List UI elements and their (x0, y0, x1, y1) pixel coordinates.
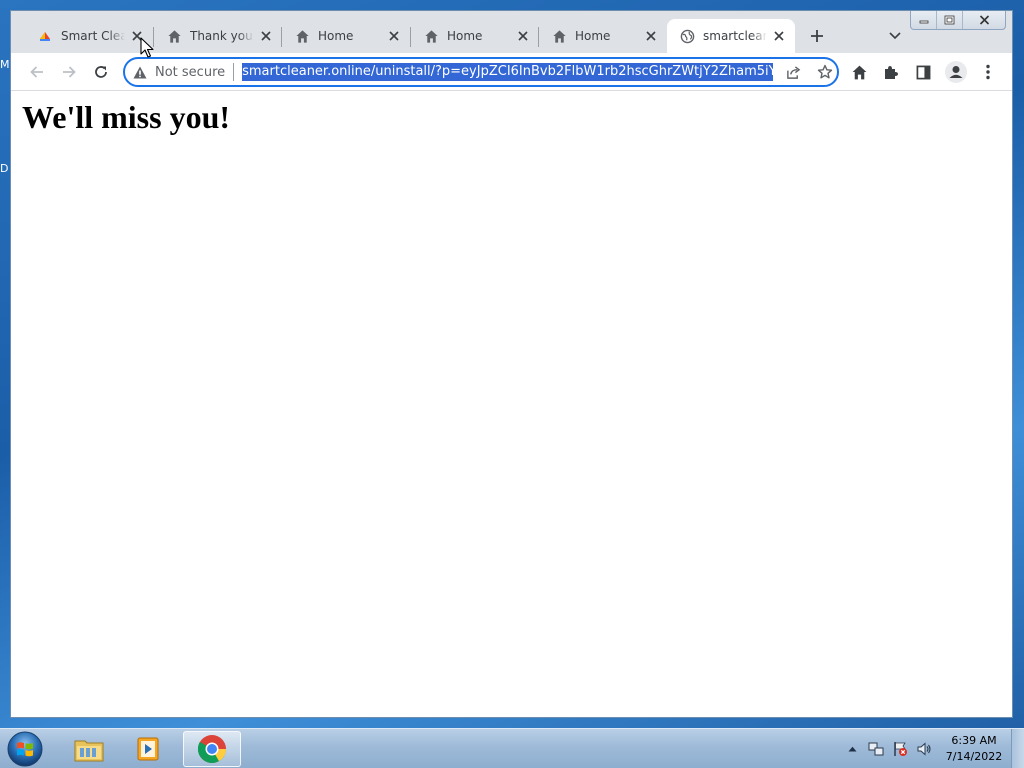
share-button[interactable] (781, 60, 805, 84)
menu-button[interactable] (974, 58, 1002, 86)
network-icon[interactable] (867, 740, 885, 758)
close-tab-icon[interactable] (386, 28, 402, 44)
warning-icon (133, 66, 147, 79)
globe-icon (679, 28, 695, 44)
tab-strip: Smart Clean Thank you f Home (11, 11, 1012, 53)
show-desktop-button[interactable] (1011, 729, 1024, 768)
reload-button[interactable] (87, 58, 115, 86)
taskbar-app-media-player[interactable] (120, 731, 178, 767)
taskbar-app-chrome[interactable] (183, 731, 241, 767)
tab-thank-you[interactable]: Thank you f (154, 19, 282, 53)
close-tab-icon[interactable] (643, 28, 659, 44)
tab-home[interactable]: Home (539, 19, 667, 53)
taskbar: 6:39 AM 7/14/2022 (0, 728, 1024, 768)
close-tab-icon[interactable] (771, 28, 787, 44)
tab-smart-cleaner[interactable]: Smart Clean (25, 19, 153, 53)
taskbar-app-explorer[interactable] (60, 731, 118, 767)
tab-title: Home (447, 29, 483, 43)
windows-start-icon (7, 731, 43, 767)
tab-title: Thank you f (190, 29, 254, 43)
profile-button[interactable] (942, 58, 970, 86)
minimize-icon (919, 20, 928, 24)
star-icon (817, 64, 833, 79)
back-button[interactable] (23, 58, 51, 86)
minimize-button[interactable] (911, 11, 936, 29)
tab-title: Home (318, 29, 354, 43)
arrow-right-icon (63, 66, 76, 78)
site-info-button[interactable]: Not secure (133, 63, 235, 81)
tab-title: smartcleane (703, 29, 767, 43)
forward-button[interactable] (55, 58, 83, 86)
desktop: { "desktop": { "edge_labels": ["M", "D"]… (0, 0, 1024, 768)
mouse-cursor-icon (140, 37, 154, 58)
home-icon (294, 28, 310, 44)
puzzle-icon (885, 66, 898, 79)
reload-icon (95, 66, 107, 78)
new-tab-button[interactable] (806, 25, 828, 47)
page-content: We'll miss you! (11, 91, 1012, 717)
url-text[interactable]: smartcleaner.online/uninstall/?p=eyJpZCI… (242, 63, 774, 81)
kebab-menu-icon (986, 64, 990, 80)
action-center-flag-icon[interactable] (891, 740, 909, 758)
chrome-icon (198, 735, 226, 763)
page-heading: We'll miss you! (22, 99, 231, 135)
tab-title: Home (575, 29, 611, 43)
tab-home[interactable]: Home (282, 19, 410, 53)
start-button[interactable] (6, 730, 44, 768)
browser-toolbar: Not secure smartcleaner.online/uninstall… (11, 53, 1012, 91)
arrow-left-icon (30, 66, 43, 78)
address-bar[interactable]: Not secure smartcleaner.online/uninstall… (123, 57, 839, 87)
close-icon (979, 15, 989, 25)
home-icon (166, 28, 182, 44)
system-tray: 6:39 AM 7/14/2022 (843, 729, 1024, 768)
chevron-down-icon (889, 32, 901, 40)
folder-icon (74, 740, 104, 762)
clock[interactable]: 6:39 AM 7/14/2022 (943, 733, 1005, 765)
show-hidden-icons-button[interactable] (843, 740, 861, 758)
desktop-icon-label[interactable]: D (0, 162, 8, 175)
restore-button[interactable] (936, 11, 962, 29)
home-button[interactable] (845, 58, 873, 86)
smartcleaner-favicon-icon (37, 28, 53, 44)
avatar-icon (945, 61, 967, 83)
tab-search-button[interactable] (884, 25, 906, 47)
side-panel-button[interactable] (909, 58, 937, 86)
plus-icon (811, 30, 823, 42)
home-icon (423, 28, 439, 44)
share-icon (786, 65, 800, 79)
bookmark-button[interactable] (813, 60, 837, 84)
tab-smartcleaner-active[interactable]: smartcleane (667, 19, 795, 53)
home-icon (852, 65, 866, 79)
home-icon (551, 28, 567, 44)
not-secure-label: Not secure (155, 64, 226, 80)
extensions-button[interactable] (877, 58, 905, 86)
restore-icon (944, 15, 955, 25)
window-controls (910, 11, 1006, 30)
desktop-icon-label[interactable]: M (0, 58, 10, 71)
browser-window: Smart Clean Thank you f Home (10, 10, 1013, 718)
close-tab-icon[interactable] (515, 28, 531, 44)
clock-date: 7/14/2022 (945, 750, 1003, 763)
close-tab-icon[interactable] (258, 28, 274, 44)
clock-time: 6:39 AM (951, 734, 997, 747)
tab-home[interactable]: Home (411, 19, 539, 53)
close-window-button[interactable] (962, 11, 1005, 29)
tab-title: Smart Clean (61, 29, 125, 43)
side-panel-icon (916, 65, 930, 79)
chevron-up-icon (848, 746, 856, 752)
volume-icon[interactable] (915, 740, 933, 758)
media-player-icon (137, 737, 159, 761)
